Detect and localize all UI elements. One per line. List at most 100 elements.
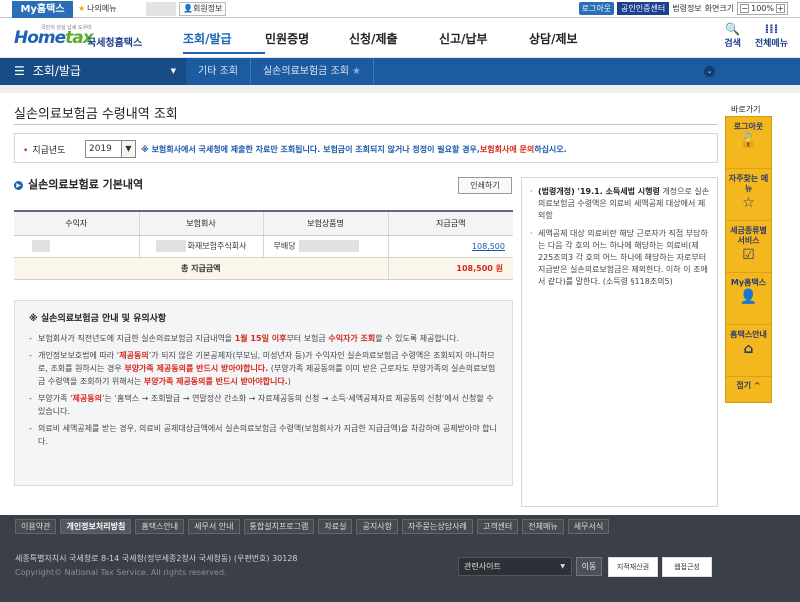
footer-privacy[interactable]: 개인정보처리방침 — [60, 518, 132, 534]
lnb-menu-button[interactable]: ☰ 조회/발급 ▼ — [0, 58, 186, 85]
total-amount: 108,500 원 — [387, 257, 513, 280]
nav-inquiry-issue[interactable]: 조회/발급 — [183, 30, 265, 54]
unlock-icon: 🔓 — [739, 133, 758, 149]
person-icon: 👤 — [183, 4, 193, 13]
quick-logout[interactable]: 로그아웃 🔓 — [726, 117, 771, 169]
year-select-value: 2019 — [89, 144, 112, 154]
main-header: 국민의 성실 납세 도우미 Hometax 국세청홈택스 조회/발급 민원증명 … — [0, 18, 800, 58]
print-button[interactable]: 인쇄하기 — [458, 177, 512, 194]
logo-wordmark: Hometax — [14, 28, 94, 48]
accessibility-badge[interactable]: 웹접근성 — [662, 557, 712, 577]
zoom-control: − 100% + — [737, 2, 788, 15]
quick-bar-collapse[interactable]: 접기 ^ — [726, 377, 771, 395]
masked-product — [298, 240, 359, 252]
nav-report-pay[interactable]: 신고/납부 — [439, 30, 529, 54]
cell-product: 무배당 — [262, 235, 388, 258]
all-menu-label: 전체메뉴 — [754, 39, 788, 49]
year-label: • 지급년도 — [23, 143, 65, 156]
my-menu-link[interactable]: ★ 나의메뉴 — [78, 3, 117, 14]
grid-icon: ⁞⁞⁞ — [764, 22, 779, 36]
ip-badge[interactable]: 지적재산권 — [608, 557, 658, 577]
hamburger-icon: ☰ — [14, 64, 25, 78]
global-nav: 조회/발급 민원증명 신청/제출 신고/납부 상담/제보 — [183, 30, 609, 54]
cell-amount: 108,500 — [387, 235, 513, 258]
star-icon: ★ — [78, 4, 86, 13]
my-hometax-tab[interactable]: My홈택스 — [12, 1, 73, 18]
col-amount: 지급금액 — [387, 210, 513, 236]
quick-bar-label: 바로가기 — [731, 105, 761, 114]
all-menu-button[interactable]: ⁞⁞⁞ 전체메뉴 — [755, 22, 788, 49]
nav-certificates[interactable]: 민원증명 — [265, 30, 349, 54]
search-filter: • 지급년도 2019 ▼ ※ 보험회사에서 국세청에 제출한 자료만 조회됩니다.… — [14, 133, 718, 163]
guide-heading: ※ 실손의료보험금 안내 및 유의사항 — [29, 314, 167, 324]
col-product: 보험상품명 — [262, 210, 388, 236]
lnb-menu-label: 조회/발급 — [32, 64, 81, 78]
quick-guide[interactable]: 홈택스안내 ⌂ — [726, 325, 771, 377]
legal-info-link[interactable]: 법령정보 — [672, 3, 701, 14]
footer-tax-office[interactable]: 세무서 안내 — [188, 518, 240, 534]
section-title: ▶ 실손의료보험료 기본내역 — [14, 176, 143, 192]
footer-tax-forms[interactable]: 세무서식 — [567, 518, 610, 534]
amount-link[interactable]: 108,500 — [472, 242, 505, 251]
notice-text: ※ 보험회사에서 국세청에 제출한 자료만 조회됩니다. 보험금이 조회되지 않… — [141, 145, 480, 154]
quick-my-hometax-label: My홈택스 — [730, 278, 767, 287]
footer-terms[interactable]: 이용약관 — [15, 518, 57, 534]
quick-logout-label: 로그아웃 — [733, 122, 764, 131]
filter-notice: ※ 보험회사에서 국세청에 제출한 자료만 조회됩니다. 보험금이 조회되지 않… — [141, 144, 567, 155]
zoom-in-button[interactable]: + — [776, 4, 785, 13]
footer-faq[interactable]: 자주묻는상담사례 — [401, 518, 473, 534]
year-select[interactable]: 2019 ▼ — [85, 140, 136, 158]
footer-installer[interactable]: 통합설치프로그램 — [243, 518, 315, 534]
masked-user-name — [146, 2, 176, 16]
checkbox-icon: ☑ — [742, 247, 755, 263]
breadcrumb-other-inquiry[interactable]: 기타 조회 — [186, 58, 251, 85]
quick-tax-services[interactable]: 세금종류별 서비스 ☑ — [726, 221, 771, 273]
footer-notice[interactable]: 공지사항 — [356, 518, 398, 534]
footer-hometax-guide[interactable]: 홈택스안내 — [135, 518, 185, 534]
footer-address: 세종특별자치시 국세청로 8-14 국세청(정부세종2청사 국세청동) (우편번… — [15, 554, 298, 563]
related-site-select[interactable]: 관련사이트 ▼ — [458, 557, 572, 576]
title-divider — [14, 124, 718, 125]
user-info-label: 회원정보 — [192, 4, 223, 13]
search-button[interactable]: 🔍 검색 — [724, 22, 741, 49]
nav-consult-report[interactable]: 상담/제보 — [529, 30, 609, 54]
chevron-down-icon: ▼ — [121, 141, 135, 157]
quick-my-hometax[interactable]: My홈택스 👤 — [726, 273, 771, 325]
footer-all-menu[interactable]: 전체메뉴 — [522, 518, 564, 534]
total-label: 총 지급금액 — [14, 257, 388, 280]
hometax-logo[interactable]: 국민의 성실 납세 도우미 Hometax 국세청홈택스 — [14, 24, 149, 52]
total-row: 총 지급금액 108,500 원 — [14, 257, 513, 280]
footer-copyright: Copyright© National Tax Service. All rig… — [15, 568, 227, 577]
company-name: 화재보험주식회사 — [187, 241, 247, 251]
expand-circle-icon[interactable]: ⌄ — [704, 66, 715, 77]
favorite-star-icon[interactable]: ★ — [352, 66, 361, 77]
guide-box: ※ 실손의료보험금 안내 및 유의사항 보험회사가 직전년도에 지급한 실손의료… — [14, 300, 513, 486]
user-icon: 👤 — [739, 289, 758, 305]
go-button[interactable]: 이동 — [576, 557, 602, 576]
nav-apply-submit[interactable]: 신청/제출 — [349, 30, 439, 54]
footer-nav: 이용약관 개인정보처리방침 홈택스안내 세무서 안내 통합설치프로그램 자료실 … — [0, 515, 800, 537]
zoom-out-button[interactable]: − — [740, 4, 750, 13]
legal-notice-item: 세액공제 대상 의료비란 해당 근로자가 직접 부담하는 다음 각 호의 어느 … — [528, 228, 711, 288]
quick-guide-label: 홈택스안내 — [730, 330, 767, 339]
user-info-button[interactable]: 👤회원정보 — [179, 2, 227, 16]
footer-archive[interactable]: 자료실 — [318, 518, 353, 534]
cert-center-button[interactable]: 공인인증센터 — [617, 2, 670, 15]
quick-favorites[interactable]: 자주찾는 메뉴 ☆ — [726, 169, 771, 221]
quick-bar: 로그아웃 🔓 자주찾는 메뉴 ☆ 세금종류별 서비스 ☑ My홈택스 👤 홈택스안내 ⌂ … — [725, 116, 772, 403]
breadcrumb-current[interactable]: 실손의료보험금 조회 ★ — [251, 58, 374, 85]
logout-button[interactable]: 로그아웃 — [578, 2, 615, 15]
notice-end: 하십시오. — [534, 145, 567, 154]
footer-support[interactable]: 고객센터 — [476, 518, 519, 534]
breadcrumb: 기타 조회 실손의료보험금 조회 ★ — [186, 58, 374, 85]
my-menu-label: 나의메뉴 — [87, 4, 117, 13]
triangle-down-icon: ▼ — [170, 67, 176, 75]
footer: 이용약관 개인정보처리방침 홈택스안내 세무서 안내 통합설치프로그램 자료실 … — [0, 515, 800, 602]
masked-beneficiary — [32, 240, 50, 252]
notice-highlight: 보험회사에 문의 — [479, 145, 535, 154]
quick-tax-services-label: 세금종류별 서비스 — [730, 226, 767, 245]
header-spacer — [0, 85, 800, 93]
quick-favorites-label: 자주찾는 메뉴 — [728, 174, 769, 193]
home-icon: ⌂ — [743, 341, 754, 357]
required-dot-icon: • — [23, 146, 29, 156]
